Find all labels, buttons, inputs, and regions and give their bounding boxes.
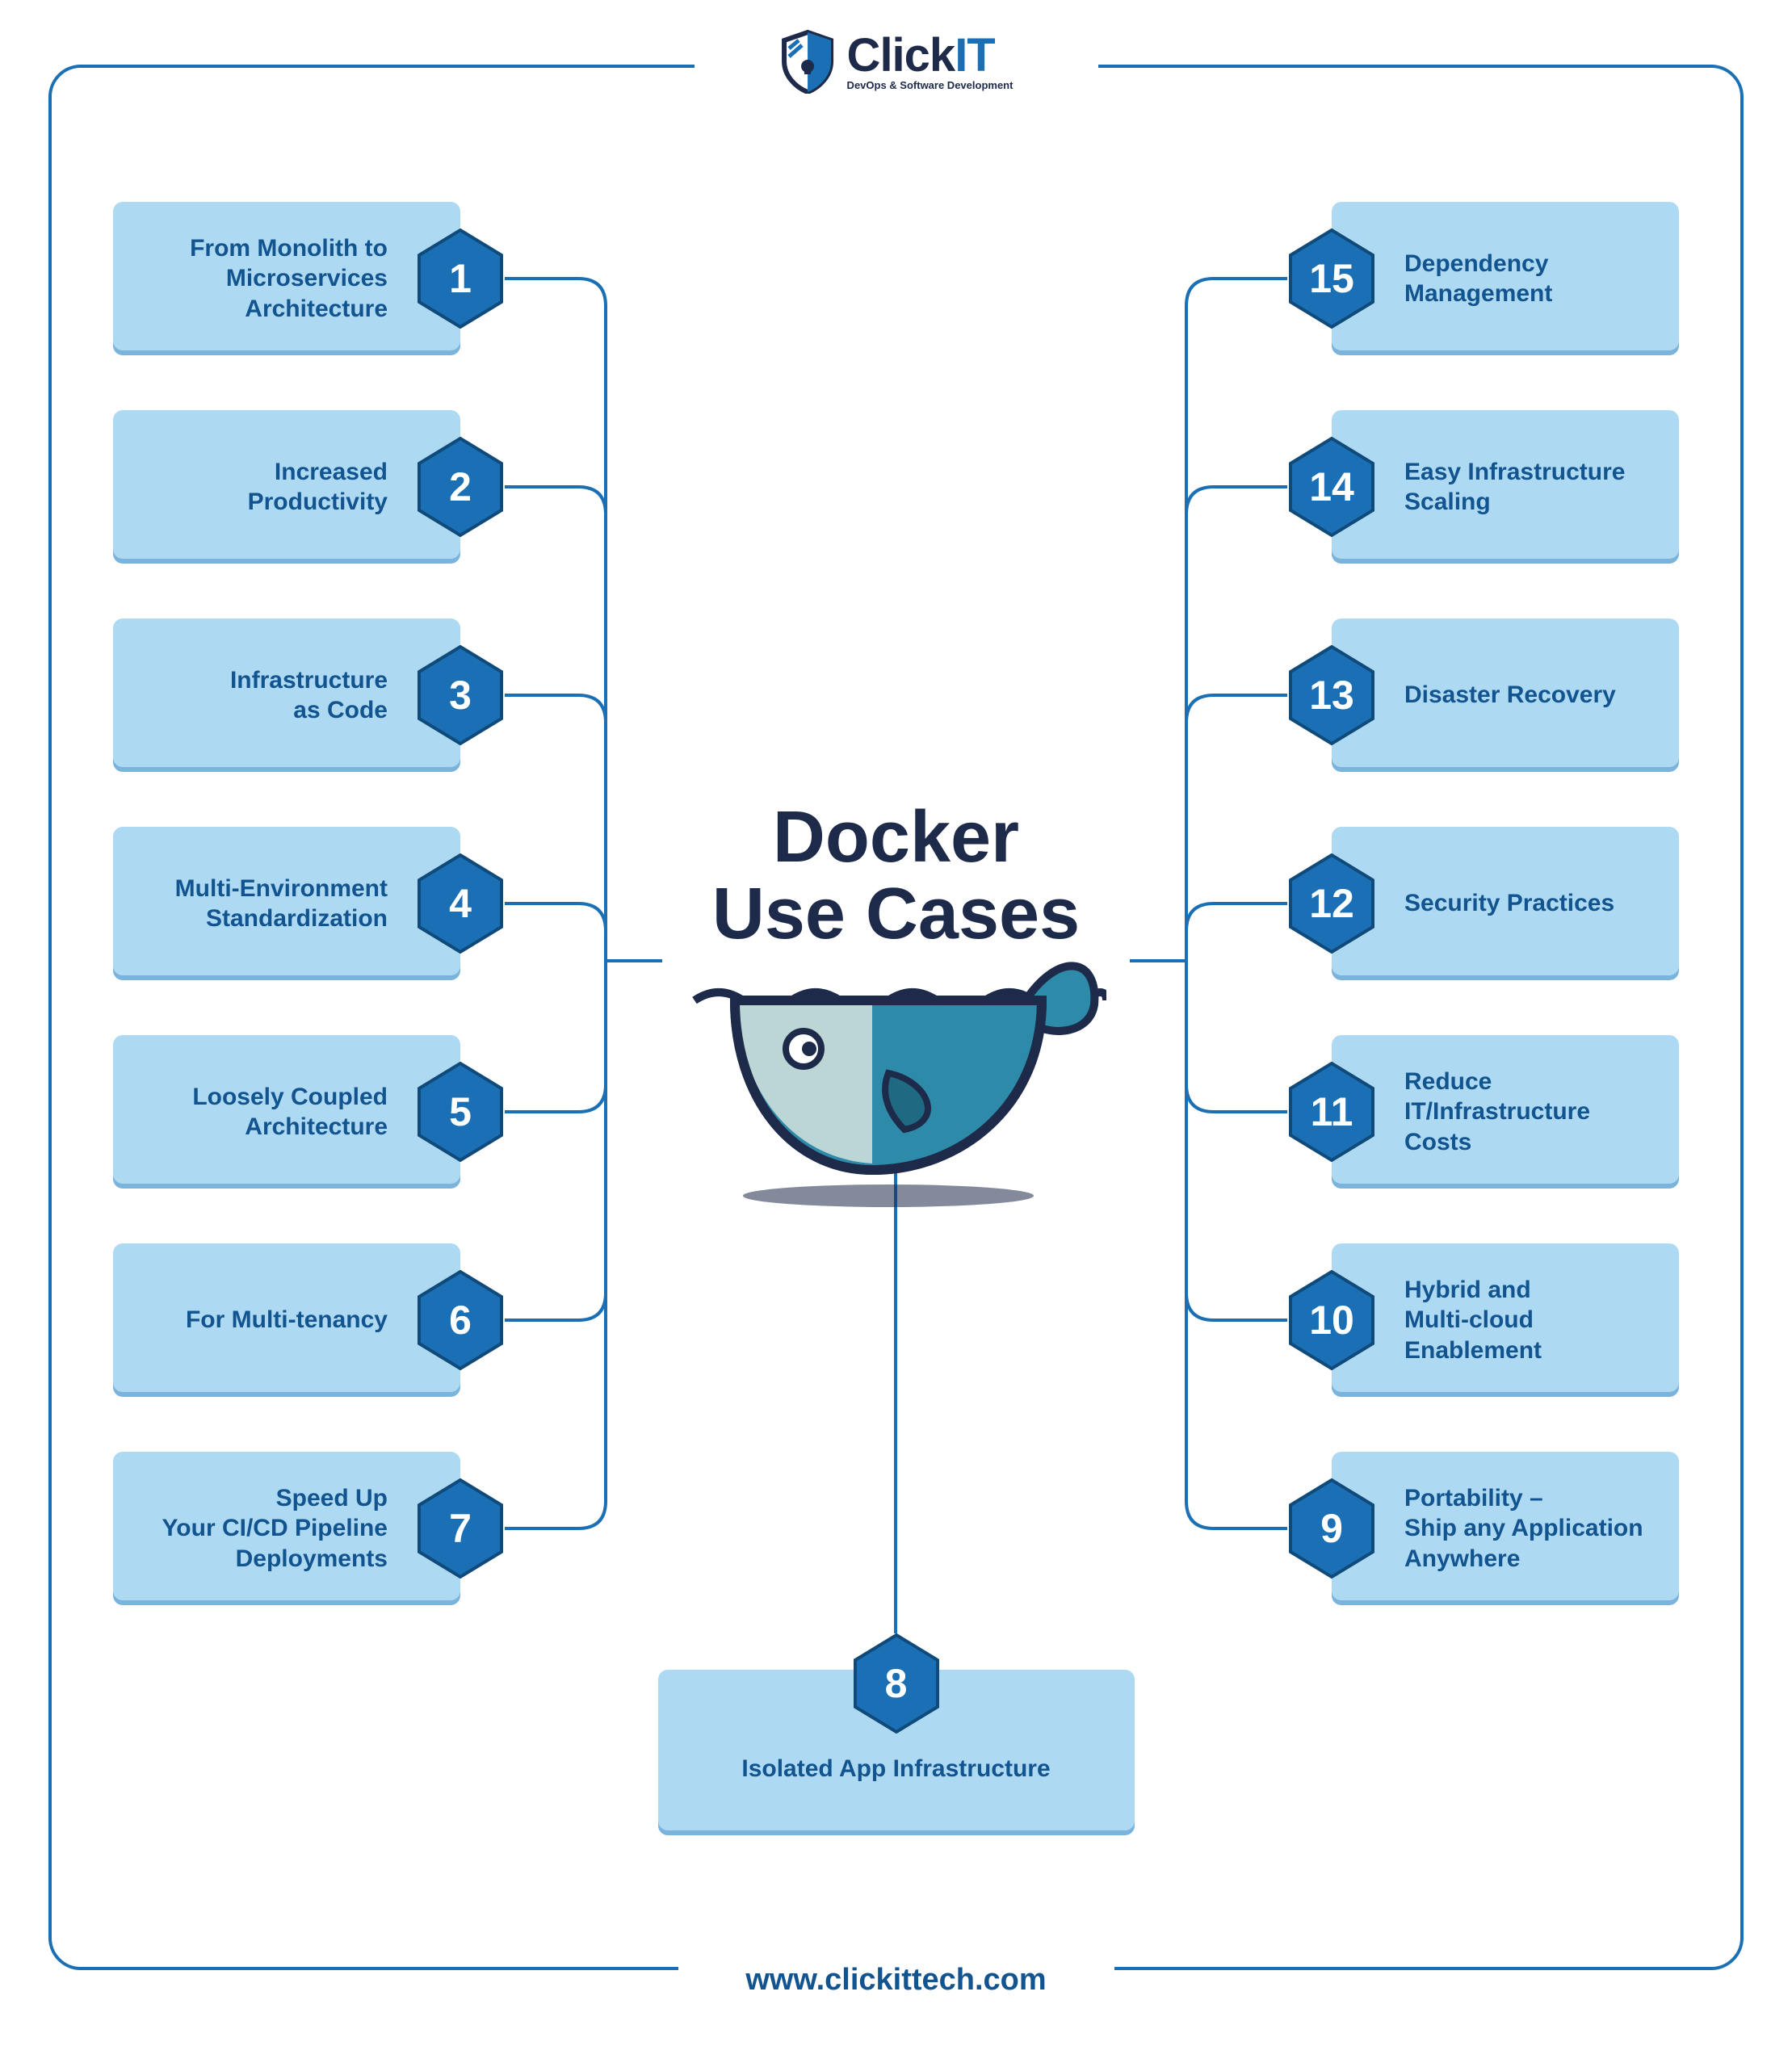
use-case-label: Hybrid and Multi-cloud Enablement (1404, 1275, 1647, 1366)
use-case-label: Increased Productivity (248, 457, 388, 518)
number-badge: 10 (1287, 1270, 1376, 1370)
number-badge: 4 (416, 853, 505, 954)
number-badge: 13 (1287, 645, 1376, 745)
number-badge: 15 (1287, 229, 1376, 329)
diagram-title: Docker Use Cases (614, 799, 1179, 952)
badge-number: 4 (449, 880, 472, 927)
use-case-label: From Monolith to Microservices Architect… (190, 233, 388, 325)
brand-name-part1: Click (847, 29, 955, 82)
use-case-card: 14Easy Infrastructure Scaling (1332, 410, 1679, 564)
use-case-label: Easy Infrastructure Scaling (1404, 457, 1625, 518)
badge-number: 9 (1320, 1505, 1343, 1552)
use-case-card: 12Security Practices (1332, 827, 1679, 980)
badge-number: 3 (449, 672, 472, 719)
badge-number: 13 (1309, 672, 1354, 719)
use-case-card: 7Speed Up Your CI/CD Pipeline Deployment… (113, 1452, 460, 1605)
number-badge: 6 (416, 1270, 505, 1370)
use-case-label: Reduce IT/Infrastructure Costs (1404, 1067, 1647, 1158)
number-badge: 3 (416, 645, 505, 745)
brand-name-part2: IT (955, 29, 995, 82)
use-case-card: 10Hybrid and Multi-cloud Enablement (1332, 1243, 1679, 1397)
use-case-card: 13Disaster Recovery (1332, 618, 1679, 772)
use-case-label: Isolated App Infrastructure (741, 1754, 1050, 1784)
use-case-card: 6For Multi-tenancy (113, 1243, 460, 1397)
title-line-1: Docker (773, 797, 1019, 878)
number-badge: 2 (416, 437, 505, 537)
use-case-label: Loosely Coupled Architecture (192, 1082, 388, 1143)
use-case-label: Speed Up Your CI/CD Pipeline Deployments (162, 1483, 388, 1574)
badge-number: 1 (449, 255, 472, 302)
number-badge: 7 (416, 1478, 505, 1579)
badge-number: 8 (885, 1660, 908, 1707)
badge-number: 14 (1309, 463, 1354, 510)
use-case-card: 3Infrastructure as Code (113, 618, 460, 772)
badge-number: 11 (1311, 1088, 1353, 1135)
use-case-card: 11Reduce IT/Infrastructure Costs (1332, 1035, 1679, 1189)
shield-icon (779, 29, 836, 94)
use-case-label: For Multi-tenancy (186, 1305, 388, 1335)
whale-icon (686, 960, 1106, 1218)
title-line-2: Use Cases (712, 874, 1080, 954)
badge-number: 6 (449, 1297, 472, 1344)
use-case-card: 5Loosely Coupled Architecture (113, 1035, 460, 1189)
use-case-label: Dependency Management (1404, 249, 1552, 309)
number-badge: 5 (416, 1062, 505, 1162)
center-block: Docker Use Cases (614, 799, 1179, 1202)
use-case-card: 8 Isolated App Infrastructure (658, 1670, 1135, 1835)
badge-number: 12 (1309, 880, 1354, 927)
footer-url: www.clickittech.com (745, 1963, 1046, 1998)
brand-tagline: DevOps & Software Development (847, 79, 1014, 91)
use-case-card: 4Multi-Environment Standardization (113, 827, 460, 980)
brand-name: ClickIT (847, 32, 1014, 79)
use-case-label: Multi-Environment Standardization (175, 874, 388, 934)
brand-logo: ClickIT DevOps & Software Development (779, 29, 1014, 94)
use-case-label: Disaster Recovery (1404, 680, 1616, 711)
left-column: 1From Monolith to Microservices Architec… (113, 202, 460, 1605)
use-case-card: 9Portability – Ship any Application Anyw… (1332, 1452, 1679, 1605)
number-badge: 9 (1287, 1478, 1376, 1579)
use-case-card: 1From Monolith to Microservices Architec… (113, 202, 460, 355)
use-case-label: Infrastructure as Code (230, 665, 388, 726)
badge-number: 5 (449, 1088, 472, 1135)
use-case-card: 2Increased Productivity (113, 410, 460, 564)
badge-number: 2 (449, 463, 472, 510)
badge-number: 15 (1309, 255, 1354, 302)
use-case-label: Portability – Ship any Application Anywh… (1404, 1483, 1643, 1574)
use-case-label: Security Practices (1404, 888, 1614, 919)
use-case-card: 15Dependency Management (1332, 202, 1679, 355)
number-badge: 1 (416, 229, 505, 329)
badge-number: 7 (449, 1505, 472, 1552)
number-badge: 14 (1287, 437, 1376, 537)
number-badge: 8 (852, 1633, 941, 1734)
badge-number: 10 (1309, 1297, 1354, 1344)
number-badge: 12 (1287, 853, 1376, 954)
number-badge: 11 (1287, 1062, 1376, 1162)
right-column: 15Dependency Management 14Easy Infrastruc… (1332, 202, 1679, 1605)
